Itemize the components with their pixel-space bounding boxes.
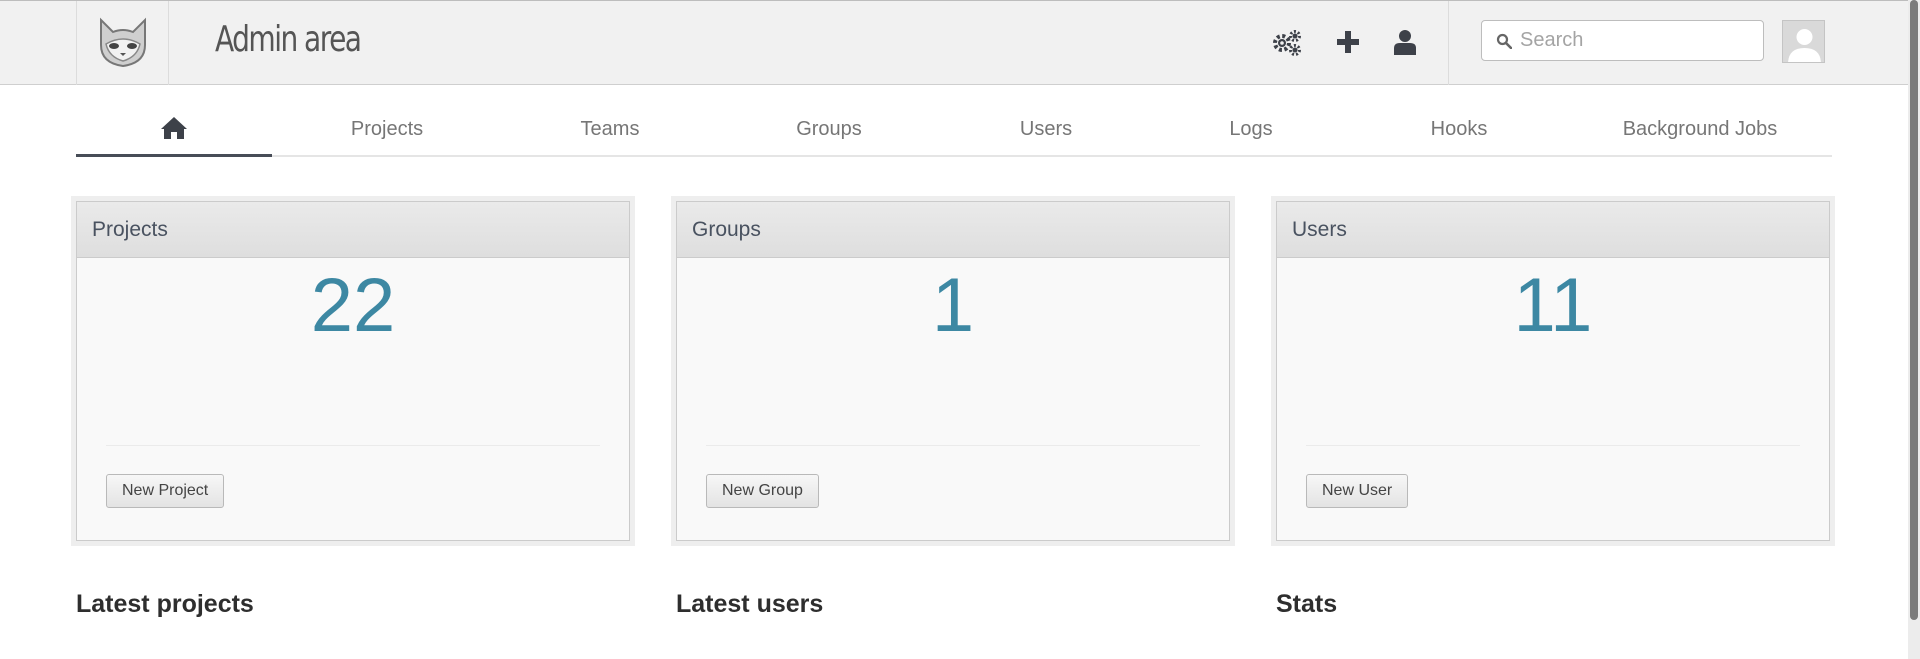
- page-title: Admin area: [215, 19, 362, 60]
- latest-users-heading: Latest users: [676, 590, 824, 618]
- settings-icon: [1273, 30, 1301, 56]
- search-icon: [1496, 33, 1512, 49]
- users-card: Users 11 New User: [1271, 196, 1835, 546]
- profile-button[interactable]: [1388, 25, 1422, 59]
- groups-count: 1: [931, 263, 975, 348]
- users-count: 11: [1513, 263, 1593, 348]
- new-project-button[interactable]: New Project: [106, 474, 225, 508]
- stats-heading: Stats: [1276, 590, 1338, 618]
- search-box[interactable]: [1481, 20, 1764, 61]
- tab-logs[interactable]: Logs: [1152, 102, 1350, 157]
- tab-hooks[interactable]: Hooks: [1350, 102, 1568, 157]
- card-divider: [706, 445, 1200, 446]
- default-avatar-icon: [1783, 21, 1824, 62]
- card-body: Users 11 New User: [1276, 201, 1830, 541]
- scrollbar-thumb[interactable]: [1910, 0, 1918, 620]
- groups-card: Groups 1 New Group: [671, 196, 1235, 546]
- tab-teams[interactable]: Teams: [502, 102, 718, 157]
- header-separator: [1448, 1, 1449, 85]
- new-group-button[interactable]: New Group: [706, 474, 819, 508]
- admin-settings-button[interactable]: [1270, 25, 1304, 59]
- projects-count: 22: [310, 263, 396, 348]
- card-title: Users: [1277, 202, 1829, 258]
- logo-link[interactable]: [76, 1, 169, 85]
- page-scrollbar[interactable]: [1908, 0, 1920, 659]
- cat-logo-icon: [99, 17, 146, 68]
- new-user-button[interactable]: New User: [1306, 474, 1409, 508]
- card-title: Projects: [77, 202, 629, 258]
- projects-card: Projects 22 New Project: [71, 196, 635, 546]
- card-body: Groups 1 New Group: [676, 201, 1230, 541]
- tab-groups[interactable]: Groups: [718, 102, 940, 157]
- card-divider: [1306, 445, 1800, 446]
- tab-users[interactable]: Users: [940, 102, 1152, 157]
- avatar[interactable]: [1782, 20, 1825, 63]
- top-header: Admin area: [0, 0, 1908, 85]
- card-body: Projects 22 New Project: [76, 201, 630, 541]
- tab-projects[interactable]: Projects: [272, 102, 502, 157]
- search-input[interactable]: [1520, 29, 1750, 52]
- new-item-button[interactable]: [1331, 25, 1365, 59]
- tab-home[interactable]: [76, 102, 272, 157]
- plus-icon: [1337, 31, 1359, 53]
- latest-projects-heading: Latest projects: [76, 590, 254, 618]
- card-divider: [106, 445, 600, 446]
- home-icon: [161, 117, 187, 139]
- card-title: Groups: [677, 202, 1229, 258]
- user-icon: [1394, 30, 1416, 55]
- tab-background-jobs[interactable]: Background Jobs: [1568, 102, 1832, 157]
- admin-nav-tabs: Projects Teams Groups Users Logs Hooks B…: [76, 102, 1832, 157]
